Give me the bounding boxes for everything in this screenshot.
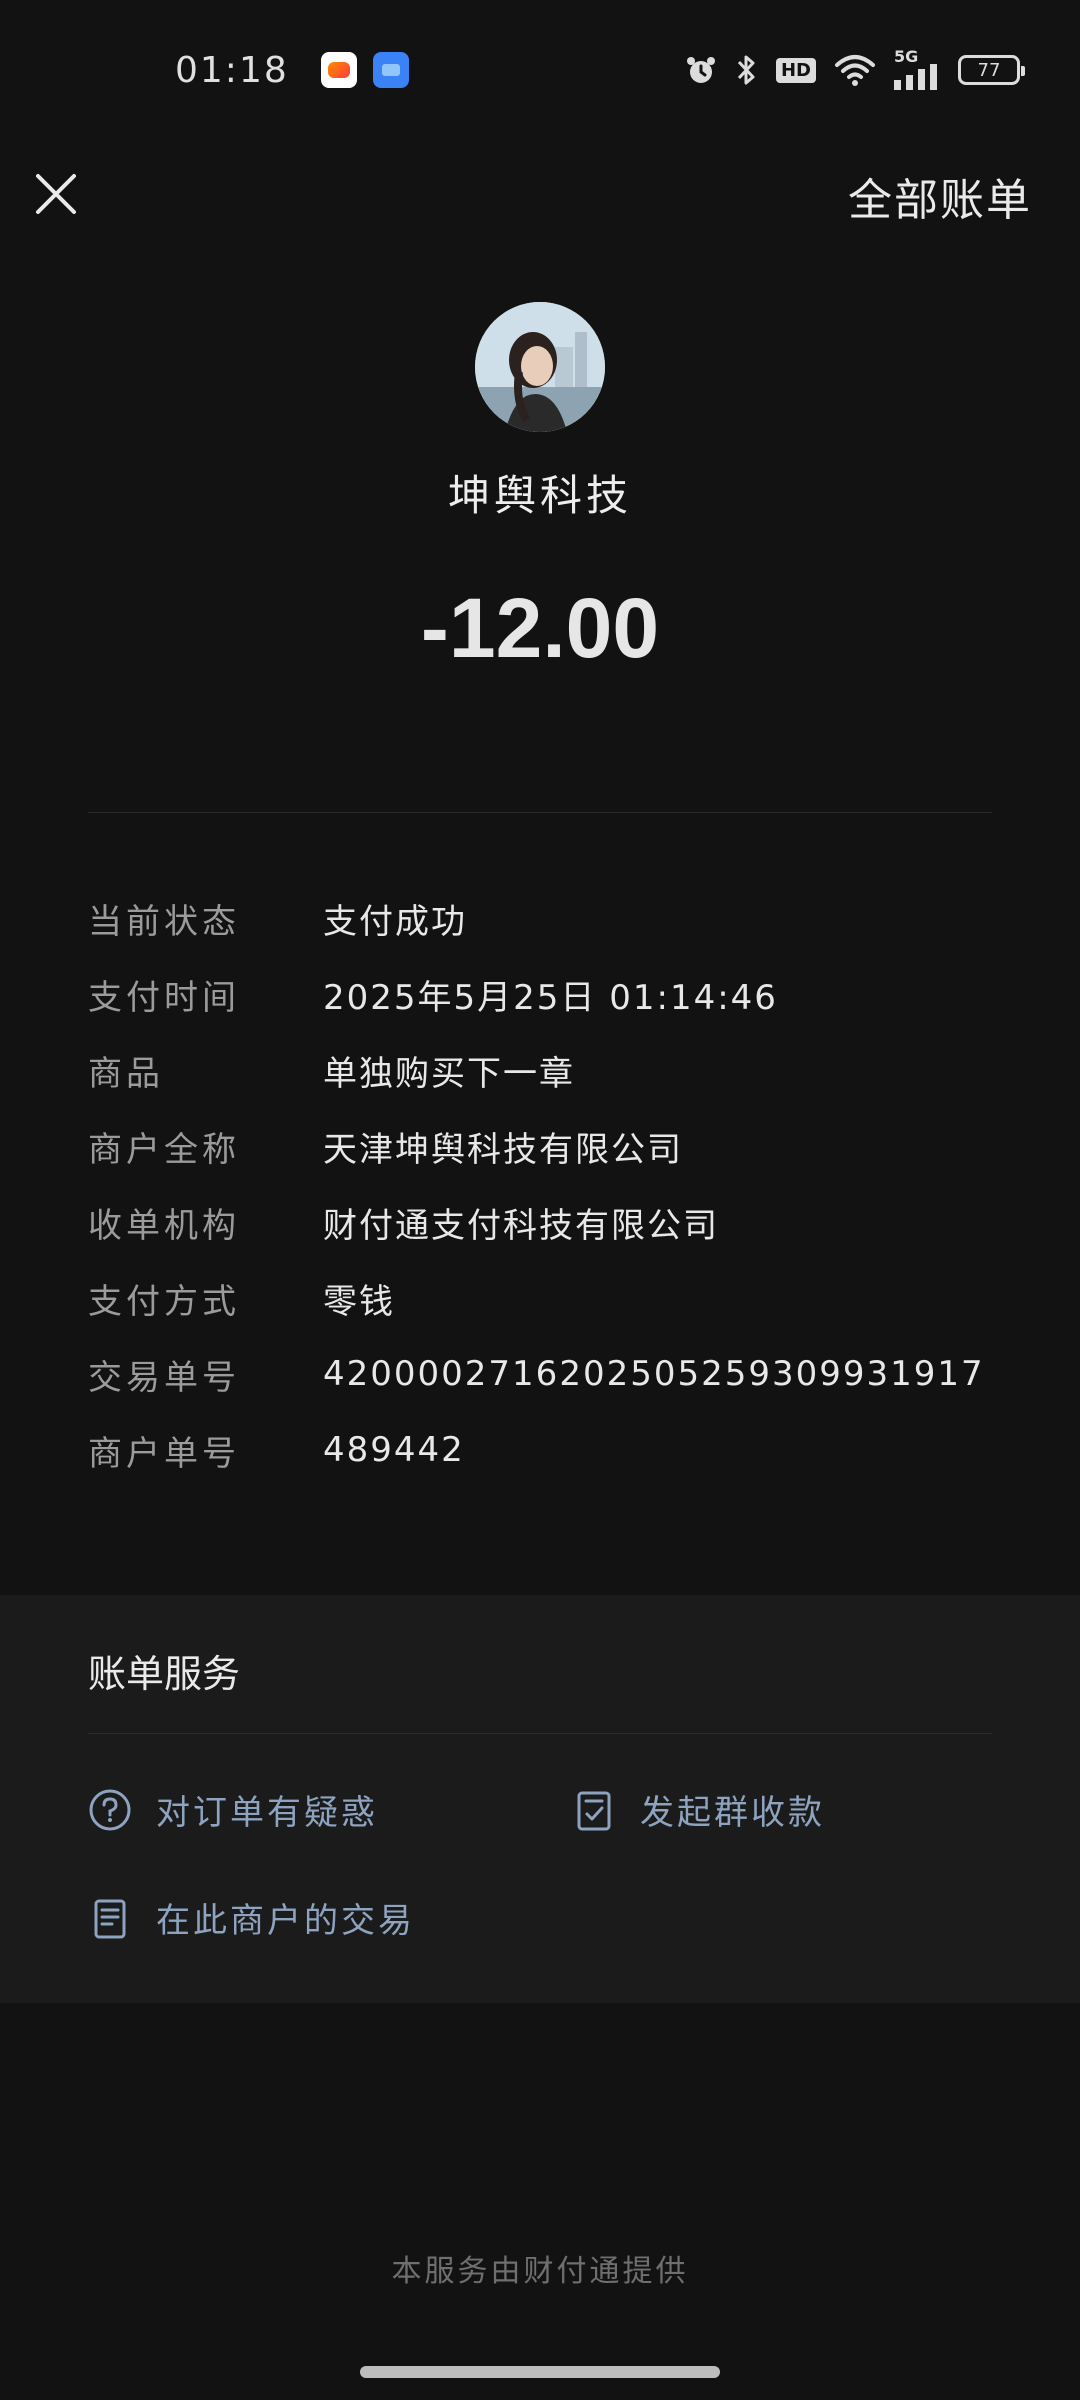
checklist-icon xyxy=(577,1791,611,1830)
status-icons: HD 5G 77 xyxy=(684,47,1025,90)
detail-label: 商品 xyxy=(88,1053,164,1094)
divider xyxy=(88,1733,992,1734)
detail-label: 商户单号 xyxy=(88,1433,240,1474)
detail-row-time: 支付时间 2025年5月25日 01:14:46 xyxy=(88,956,992,1032)
detail-value: 天津坤舆科技有限公司 xyxy=(323,1129,683,1170)
provider-note: 本服务由财付通提供 xyxy=(391,2254,689,2289)
detail-row-transaction-id: 交易单号 4200002716202505259309931917 xyxy=(88,1336,992,1412)
detail-value: 财付通支付科技有限公司 xyxy=(323,1205,719,1246)
detail-value: 489442 xyxy=(323,1430,465,1470)
bill-services-card: 账单服务 对订单有疑惑 发起群收款 在此商户的交易 xyxy=(0,1595,1080,2003)
detail-label: 支付方式 xyxy=(88,1281,240,1322)
group-collect-button[interactable]: 发起群收款 xyxy=(572,1785,825,1834)
battery-icon: 77 xyxy=(958,55,1025,85)
wifi-icon xyxy=(834,53,876,87)
bill-detail-screen: 01:18 HD 5G 77 全部账单 坤舆科技 -12.00 当前状态 支付成… xyxy=(0,0,1080,2400)
merchant-avatar xyxy=(475,302,605,432)
divider xyxy=(88,812,992,813)
game-app-icon xyxy=(320,52,357,88)
detail-label: 交易单号 xyxy=(88,1357,240,1398)
detail-value: 4200002716202505259309931917 xyxy=(323,1354,985,1394)
network-type: 5G xyxy=(894,47,919,66)
detail-row-merchant-order: 商户单号 489442 xyxy=(88,1412,992,1488)
detail-label: 商户全称 xyxy=(88,1129,240,1170)
services-title: 账单服务 xyxy=(88,1652,241,1696)
service-label: 在此商户的交易 xyxy=(156,1901,415,1941)
detail-value: 支付成功 xyxy=(323,901,467,942)
service-label: 发起群收款 xyxy=(640,1793,825,1833)
detail-row-acquirer: 收单机构 财付通支付科技有限公司 xyxy=(88,1184,992,1260)
detail-row-product: 商品 单独购买下一章 xyxy=(88,1032,992,1108)
service-label: 对订单有疑惑 xyxy=(156,1793,378,1833)
payment-amount: -12.00 xyxy=(420,581,660,675)
detail-row-merchant-fullname: 商户全称 天津坤舆科技有限公司 xyxy=(88,1108,992,1184)
gallery-app-icon xyxy=(372,52,409,88)
header: 全部账单 xyxy=(0,140,1080,260)
detail-value: 2025年5月25日 01:14:46 xyxy=(323,977,778,1018)
close-button[interactable] xyxy=(30,168,82,220)
status-time: 01:18 xyxy=(175,49,289,91)
home-indicator[interactable] xyxy=(360,2366,720,2378)
all-bills-link[interactable]: 全部账单 xyxy=(848,164,1032,228)
close-icon xyxy=(36,174,76,214)
transaction-details: 当前状态 支付成功 支付时间 2025年5月25日 01:14:46 商品 单独… xyxy=(88,880,992,1488)
detail-value: 单独购买下一章 xyxy=(323,1053,575,1094)
detail-row-status: 当前状态 支付成功 xyxy=(88,880,992,956)
detail-label: 支付时间 xyxy=(88,977,240,1018)
document-icon xyxy=(94,1899,126,1938)
bluetooth-icon xyxy=(736,53,758,87)
merchant-transactions-button[interactable]: 在此商户的交易 xyxy=(88,1893,415,1942)
merchant-name: 坤舆科技 xyxy=(447,471,632,520)
detail-value: 零钱 xyxy=(323,1281,395,1322)
hd-badge: HD xyxy=(775,57,816,83)
detail-label: 当前状态 xyxy=(88,901,240,942)
alarm-icon xyxy=(684,53,718,87)
question-circle-icon xyxy=(89,1789,131,1830)
order-question-button[interactable]: 对订单有疑惑 xyxy=(88,1785,378,1834)
detail-label: 收单机构 xyxy=(88,1205,240,1246)
battery-level: 77 xyxy=(977,59,1001,81)
status-bar: 01:18 HD 5G 77 xyxy=(0,0,1080,140)
signal-icon: 5G xyxy=(894,47,940,90)
detail-row-payment-method: 支付方式 零钱 xyxy=(88,1260,992,1336)
